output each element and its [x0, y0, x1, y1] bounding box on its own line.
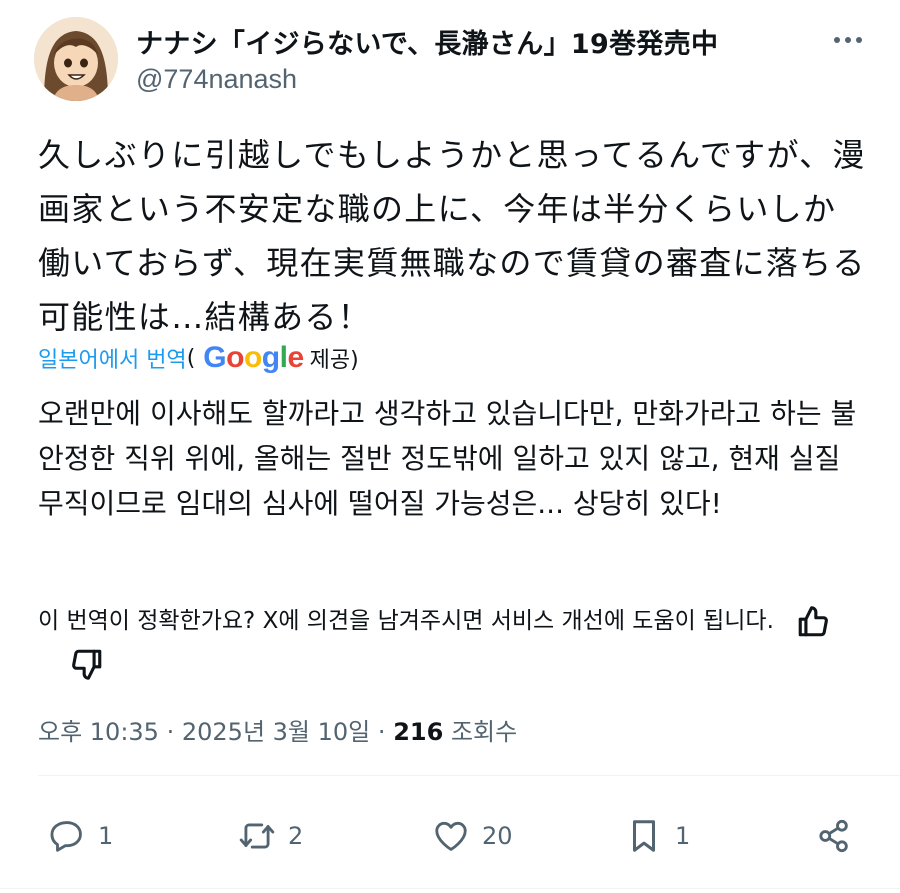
divider [0, 888, 900, 889]
author-display-name[interactable]: ナナシ「イジらないで、長瀞さん」19巻発売中 [136, 22, 718, 61]
tweet-time[interactable]: 오후 10:35 [38, 718, 159, 746]
tweet-meta: 오후 10:35 · 2025년 3월 10일 · 216 조회수 [38, 712, 517, 747]
bookmark-icon [632, 820, 656, 852]
avatar[interactable] [34, 17, 118, 101]
open-paren: ( [186, 345, 196, 371]
like-button[interactable]: 20 [432, 808, 513, 864]
thumbs-down-icon[interactable] [70, 647, 104, 681]
tweet-card: ナナシ「イジらないで、長瀞さん」19巻発売中 @774nanash 久しぶりに引… [0, 0, 900, 893]
avatar-image [34, 17, 118, 101]
translation-attribution: 일본어에서 번역 ( Google 제공) [38, 340, 359, 376]
bookmark-button[interactable]: 1 [625, 808, 690, 864]
retweet-icon [239, 823, 275, 849]
more-dots-icon [834, 37, 862, 43]
share-icon [819, 819, 848, 853]
author-handle[interactable]: @774nanash [136, 64, 297, 95]
heart-icon [435, 821, 467, 851]
reply-icon [50, 821, 82, 852]
bookmark-count: 1 [675, 822, 691, 850]
reply-count: 1 [98, 822, 114, 850]
views-count: 216 [393, 718, 444, 746]
reply-button[interactable]: 1 [48, 808, 113, 864]
share-button[interactable] [815, 808, 853, 864]
meta-separator: · [166, 718, 175, 746]
meta-separator: · [377, 718, 386, 746]
translated-text: 오랜만에 이사해도 할까라고 생각하고 있습니다만, 만화가라고 하는 불안정한… [38, 397, 857, 520]
google-logo: Google [203, 341, 304, 374]
provided-label: 제공) [309, 348, 359, 373]
like-count: 20 [482, 822, 513, 850]
translated-from-link[interactable]: 일본어에서 번역 [38, 342, 187, 374]
thumbs-up-icon[interactable] [796, 605, 830, 639]
retweet-count: 2 [288, 822, 304, 850]
retweet-button[interactable]: 2 [238, 808, 303, 864]
feedback-text: 이 번역이 정확한가요? X에 의견을 남겨주시면 서비스 개선에 도움이 됩니… [38, 608, 774, 634]
action-bar: 1 2 20 1 [0, 808, 900, 864]
divider [38, 775, 900, 776]
views-label: 조회수 [450, 718, 518, 746]
tweet-date[interactable]: 2025년 3월 10일 [182, 718, 370, 746]
translation-feedback: 이 번역이 정확한가요? X에 의견을 남겨주시면 서비스 개선에 도움이 됩니… [38, 600, 868, 684]
more-options-button[interactable] [826, 24, 870, 56]
tweet-text: 久しぶりに引越しでもしようかと思ってるんですが、漫画家という不安定な職の上に、今… [38, 136, 866, 336]
